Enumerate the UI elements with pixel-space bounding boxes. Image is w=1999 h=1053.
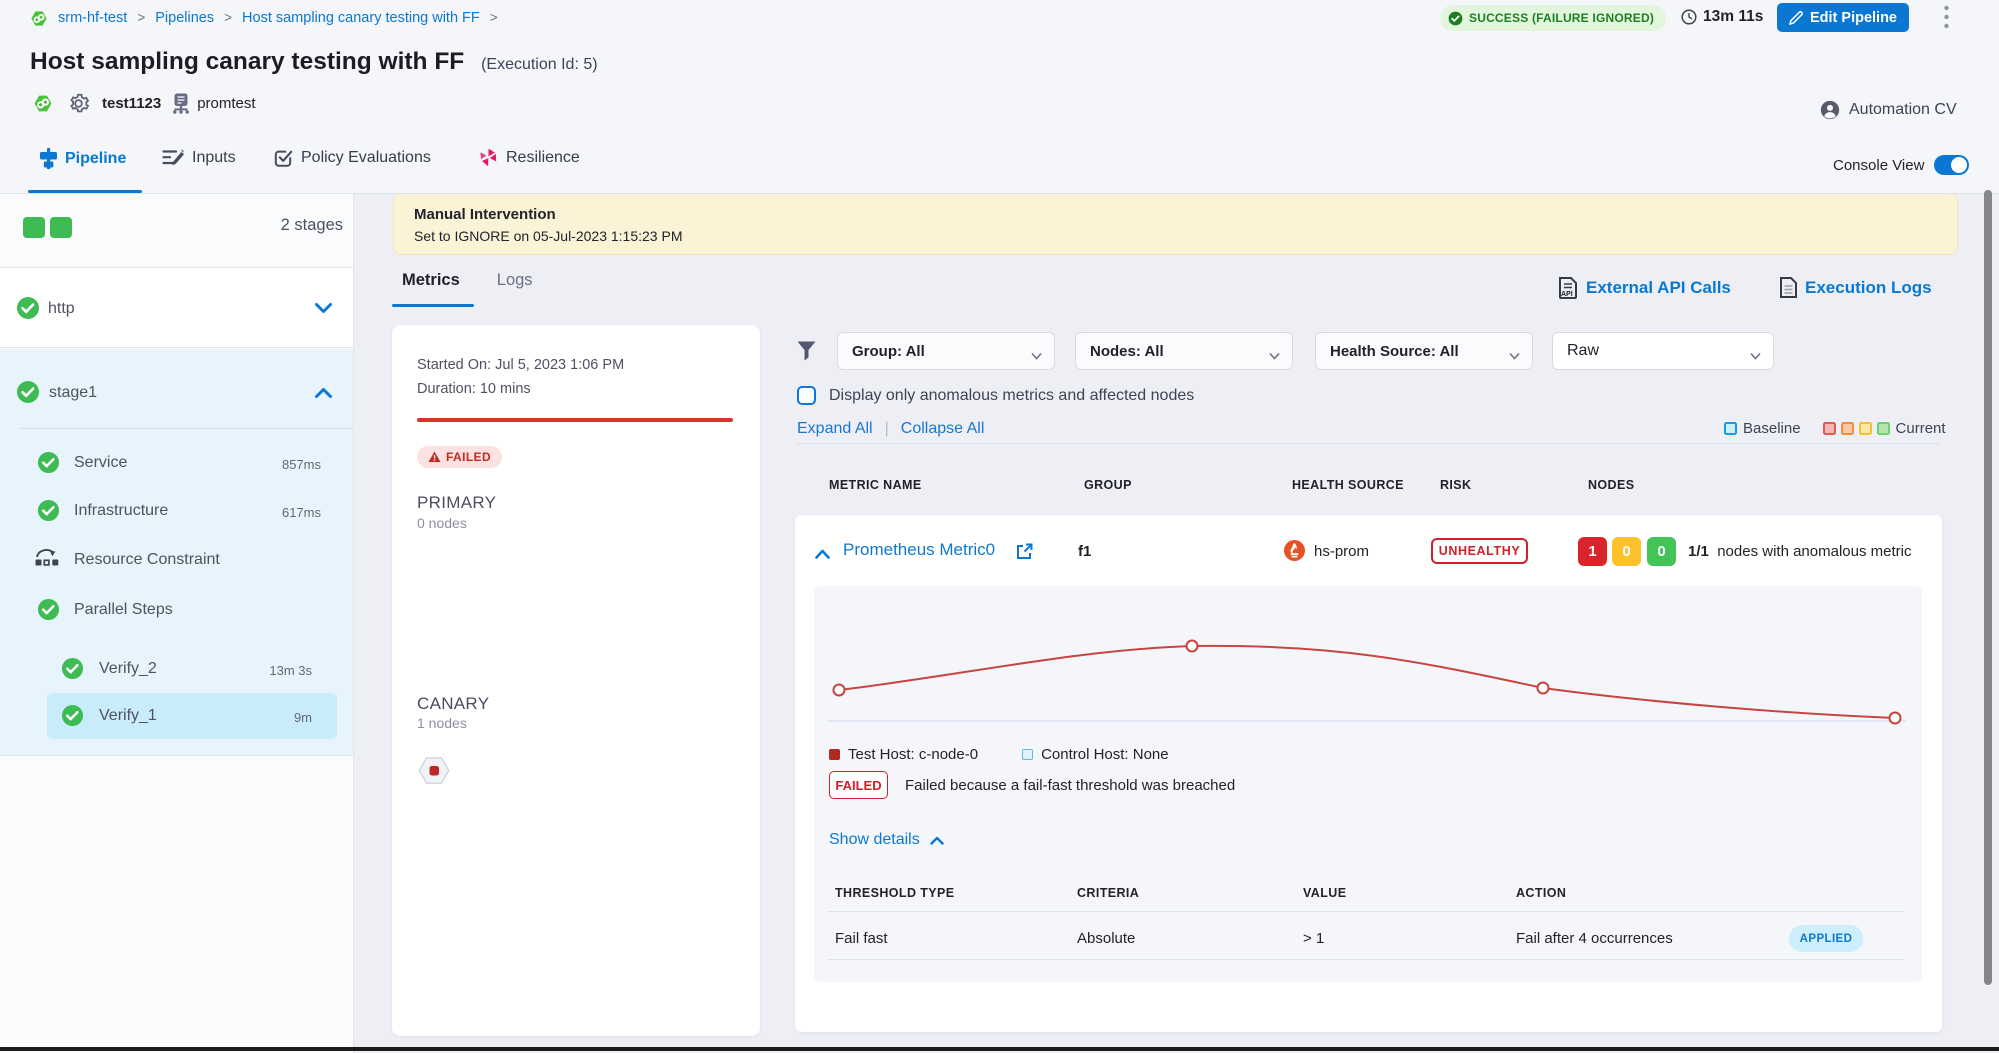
svg-text:API: API bbox=[1561, 291, 1573, 298]
